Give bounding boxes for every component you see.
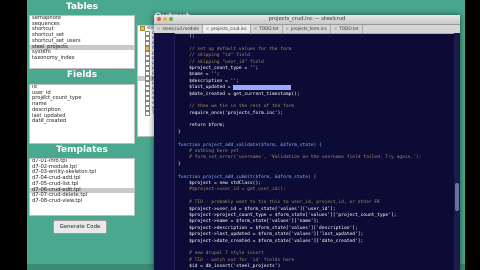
tables-list[interactable]: semaphore sequences shortcut shortcut_set sh… [29, 15, 135, 69]
editor-title: projects_crud.inc — steelcrud [268, 16, 346, 22]
generate-code-button[interactable]: Generate Code [53, 220, 107, 234]
editor-titlebar[interactable]: projects_crud.inc — steelcrud [154, 15, 460, 25]
close-tab-icon[interactable]: × [206, 25, 209, 33]
code-area[interactable]: ); // set up default values for the form… [154, 33, 454, 270]
close-tab-icon[interactable]: × [286, 25, 289, 33]
file-icon [145, 111, 150, 116]
editor-tab[interactable]: × steelcrud.module [154, 25, 203, 33]
line-gutter [154, 33, 175, 270]
template-list-item[interactable]: d7-08-crud-view.tpl [30, 198, 134, 205]
templates-list[interactable]: d7-01-info.tpl d7-02-module.tpl d7-03-enti… [29, 158, 135, 216]
scrollbar-thumb[interactable] [455, 183, 459, 211]
text-selection [233, 85, 292, 91]
tab-label: projects_crud.inc [211, 26, 247, 31]
table-list-item[interactable]: taxonomy_index [30, 55, 134, 62]
editor-tab[interactable]: × TODO.txt [331, 25, 363, 33]
tables-title: Tables [65, 2, 99, 12]
editor-tab[interactable]: × projects_form.inc [283, 25, 331, 33]
tab-label: TODO.txt [259, 26, 279, 31]
close-tab-icon[interactable]: × [334, 25, 337, 33]
fields-list[interactable]: id user_id project_count_type name descripti… [29, 84, 135, 144]
code-line: # form_set_error('username', 'Validation… [178, 155, 422, 161]
code-editor-window: projects_crud.inc — steelcrud × steelcrud… [154, 15, 460, 270]
tab-label: steelcrud.module [162, 26, 199, 31]
templates-title: Templates [56, 145, 108, 155]
fields-title: Fields [66, 70, 98, 80]
tab-label: TODO.txt [339, 26, 359, 31]
field-list-item[interactable]: date_created [30, 119, 134, 125]
close-tab-icon[interactable]: × [254, 25, 257, 33]
close-tab-icon[interactable]: × [157, 25, 160, 33]
editor-tab[interactable]: × projects_crud.inc [202, 25, 251, 33]
editor-tab[interactable]: × TODO.txt [251, 25, 283, 33]
screen-background: Tables semaphore sequences shortcut shortcu… [0, 0, 480, 270]
tab-label: projects_form.inc [290, 26, 327, 31]
code-lines: ); // set up default values for the form… [178, 34, 421, 270]
code-line: $id = db_insert('steel_projects') [178, 264, 281, 270]
editor-scrollbar[interactable] [454, 33, 460, 270]
